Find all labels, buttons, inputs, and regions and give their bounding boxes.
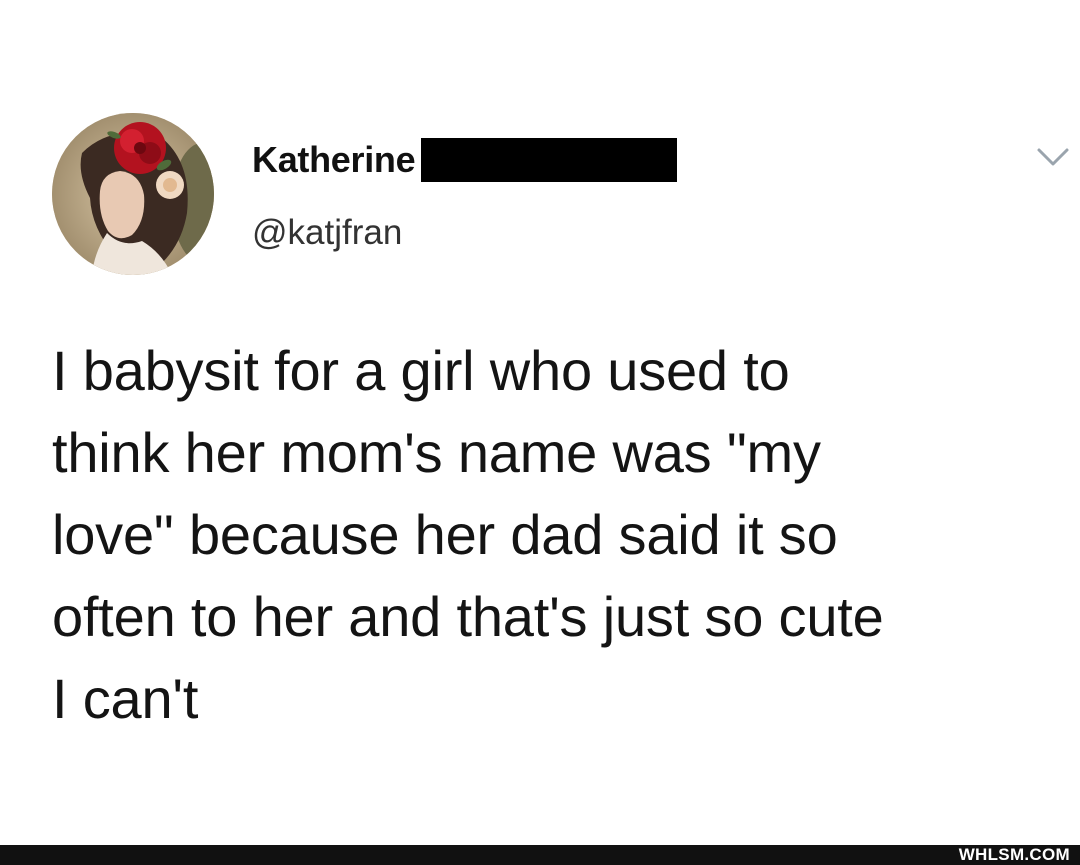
chevron-down-icon[interactable] (1036, 146, 1070, 168)
watermark: WHLSM.COM (958, 845, 1070, 864)
redaction-bar (421, 138, 678, 182)
tweet-card: Katherine @katjfran I babysit for a girl… (0, 0, 1080, 845)
tweet-text: I babysit for a girl who used to think h… (52, 339, 884, 730)
avatar[interactable] (52, 113, 214, 275)
avatar-image (52, 113, 214, 275)
author-name-row[interactable]: Katherine (252, 136, 678, 184)
footer-bar: WHLSM.COM (0, 845, 1080, 865)
author-display-name[interactable]: Katherine (252, 139, 416, 181)
author-handle[interactable]: @katjfran (252, 213, 402, 253)
